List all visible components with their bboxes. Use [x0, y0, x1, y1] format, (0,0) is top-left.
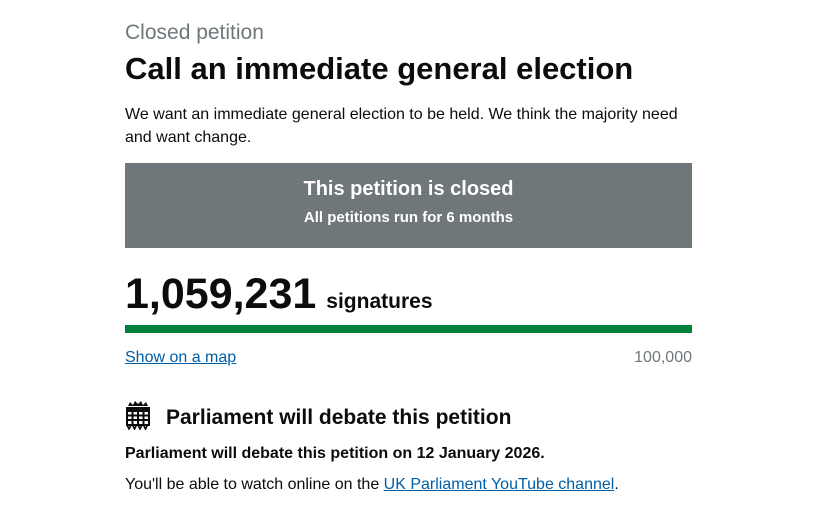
watch-online-prefix: You'll be able to watch online on the	[125, 476, 384, 493]
petition-action-text: We want an immediate general election to…	[125, 106, 678, 146]
closed-banner-heading: This petition is closed	[303, 178, 514, 200]
signature-threshold: 100,000	[634, 349, 692, 366]
signature-count: 1,059,231 signatures	[125, 268, 433, 330]
debate-date-text: Parliament will debate this petition on …	[125, 445, 545, 462]
petition-status-caption: Closed petition	[125, 21, 264, 44]
closed-banner-subheading: All petitions run for 6 months	[303, 209, 514, 226]
page-title: Call an immediate general election	[125, 51, 634, 86]
debate-heading: Parliament will debate this petition	[166, 406, 512, 429]
signature-count-label: signatures	[326, 290, 433, 313]
show-on-map-link[interactable]: Show on a map	[125, 347, 236, 369]
youtube-channel-link[interactable]: UK Parliament YouTube channel	[384, 476, 615, 493]
portcullis-icon	[125, 400, 151, 431]
watch-online-suffix: .	[614, 476, 619, 493]
signature-progress-fill	[125, 325, 692, 333]
signature-progress-bar	[125, 325, 692, 333]
petition-closed-banner: This petition is closed All petitions ru…	[125, 163, 692, 248]
watch-online-text: You'll be able to watch online on the UK…	[125, 474, 619, 496]
signature-count-number: 1,059,231	[125, 270, 317, 318]
